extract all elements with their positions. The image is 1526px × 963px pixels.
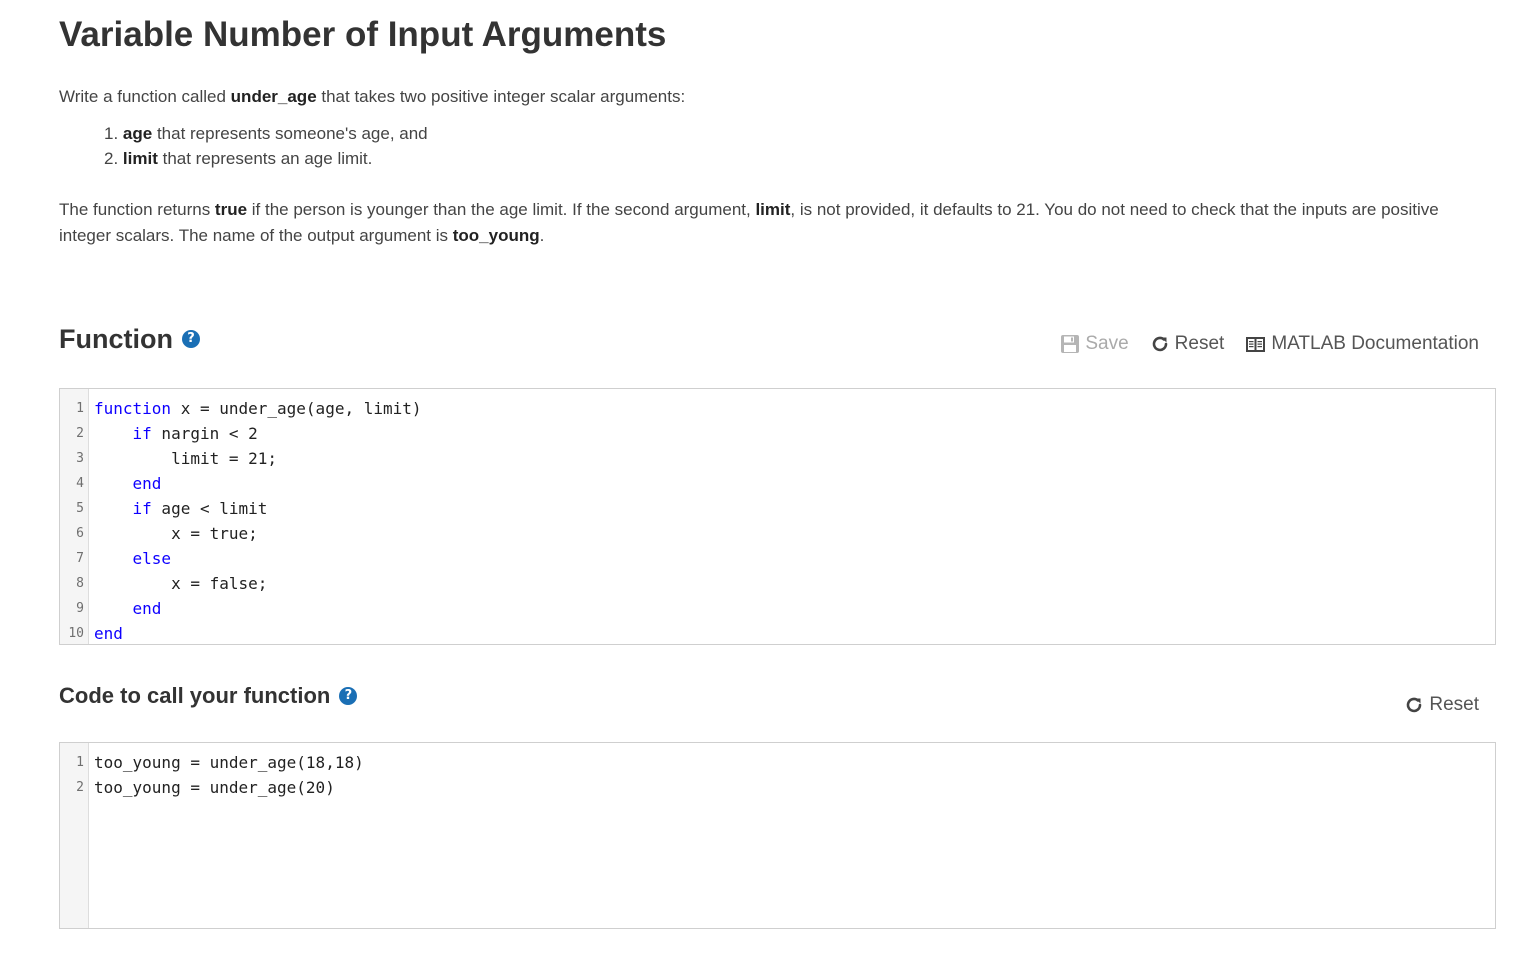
- line-number: 7: [76, 551, 84, 566]
- line-number: 1: [76, 401, 84, 416]
- code-line: 6 x = true;: [60, 521, 1495, 546]
- question-circle-icon[interactable]: ?: [339, 687, 358, 705]
- list-number: 2.: [104, 149, 119, 168]
- docs-label: MATLAB Documentation: [1271, 333, 1479, 354]
- code-rest: limit = 21;: [171, 449, 278, 468]
- code-keyword: end: [132, 599, 162, 618]
- code-line: 10 end: [60, 621, 1495, 644]
- code-keyword: if: [132, 499, 152, 518]
- intro-post: that takes two positive integer scalar a…: [316, 87, 686, 106]
- code-line: 3 limit = 21;: [60, 446, 1495, 471]
- description-text: The function returns true if the person …: [59, 197, 1459, 249]
- code-line: 2 too_young = under_age(20): [60, 775, 1495, 800]
- save-button[interactable]: Save: [1060, 333, 1129, 355]
- code-text: else: [89, 546, 172, 571]
- code-rest: x = true;: [171, 524, 258, 543]
- page-title: Variable Number of Input Arguments: [59, 15, 667, 54]
- code-keyword: function: [94, 399, 172, 418]
- matlab-documentation-link[interactable]: MATLAB Documentation: [1245, 333, 1479, 355]
- call-heading-label: Code to call your function: [59, 683, 331, 708]
- function-heading: Function ?: [59, 322, 200, 356]
- code-line: 7 else: [60, 546, 1495, 571]
- line-number: 10: [68, 626, 84, 641]
- code-line: 9 end: [60, 596, 1495, 621]
- reset-label: Reset: [1174, 333, 1225, 354]
- reset-call-button[interactable]: Reset: [1404, 694, 1479, 716]
- code-text: x = true;: [89, 521, 258, 546]
- code-text: end: [89, 471, 162, 496]
- code-line: 8 x = false;: [60, 571, 1495, 596]
- code-keyword: end: [94, 624, 123, 643]
- code-text: x = false;: [89, 571, 267, 596]
- function-heading-label: Function: [59, 324, 173, 354]
- refresh-icon: [1404, 695, 1424, 715]
- refresh-icon: [1150, 334, 1170, 354]
- reset-label: Reset: [1429, 694, 1479, 715]
- argument-name: age: [122, 124, 153, 143]
- desc-part: .: [539, 226, 545, 245]
- code-keyword: else: [132, 549, 172, 568]
- function-name: under_age: [230, 87, 317, 106]
- line-number: 6: [76, 526, 84, 541]
- code-text: too_young = under_age(20): [94, 778, 335, 797]
- code-rest: x = under_age(age, limit): [171, 399, 422, 418]
- line-number: 2: [76, 426, 84, 441]
- code-text: end: [89, 596, 162, 621]
- function-toolbar: Save Reset MATLAB Documentation: [1039, 333, 1479, 355]
- code-keyword: if: [132, 424, 152, 443]
- code-line: 1 too_young = under_age(18,18): [60, 750, 1495, 775]
- desc-bold: limit: [755, 200, 791, 219]
- desc-part: The function returns: [59, 200, 215, 219]
- line-number: 2: [76, 780, 84, 795]
- desc-bold: true: [214, 200, 248, 219]
- call-code-editor[interactable]: 1 too_young = under_age(18,18) 2 too_young …: [59, 742, 1496, 929]
- code-text: limit = 21;: [89, 446, 277, 471]
- line-number: 3: [76, 451, 84, 466]
- line-number: 5: [76, 501, 84, 516]
- code-lines: 1 function x = under_age(age, limit) 2 if …: [60, 396, 1495, 644]
- argument-name: limit: [122, 149, 158, 168]
- reset-button[interactable]: Reset: [1150, 333, 1225, 355]
- code-lines: 1 too_young = under_age(18,18) 2 too_young …: [60, 750, 1495, 800]
- code-rest: nargin < 2: [151, 424, 258, 443]
- intro-text: Write a function called under_age that t…: [59, 84, 685, 110]
- code-keyword: end: [132, 474, 162, 493]
- save-label: Save: [1085, 333, 1129, 354]
- line-number: 8: [76, 576, 84, 591]
- argument-desc: that represents someone's age, and: [152, 124, 428, 143]
- line-number: 4: [76, 476, 84, 491]
- function-code-editor[interactable]: 1 function x = under_age(age, limit) 2 if …: [59, 388, 1496, 645]
- code-line: 4 end: [60, 471, 1495, 496]
- code-line: 1 function x = under_age(age, limit): [60, 396, 1495, 421]
- code-text: end: [89, 621, 123, 644]
- book-icon: [1245, 335, 1266, 353]
- argument-desc: that represents an age limit.: [157, 149, 373, 168]
- code-line: 2 if nargin < 2: [60, 421, 1495, 446]
- call-toolbar: Reset: [1383, 694, 1479, 716]
- intro-pre: Write a function called: [59, 87, 231, 106]
- code-text: if age < limit: [89, 496, 268, 521]
- code-text: too_young = under_age(18,18): [94, 753, 364, 772]
- code-rest: age < limit: [151, 499, 268, 518]
- desc-part: if the person is younger than the age li…: [247, 200, 756, 219]
- problem-page: Variable Number of Input Arguments Write…: [0, 0, 1526, 963]
- code-rest: x = false;: [171, 574, 268, 593]
- line-number: 9: [76, 601, 84, 616]
- list-number: 1.: [104, 124, 119, 143]
- code-line: 5 if age < limit: [60, 496, 1495, 521]
- argument-list: 1. age that represents someone's age, an…: [104, 121, 428, 171]
- floppy-disk-icon: [1060, 334, 1080, 354]
- line-number: 1: [76, 755, 84, 770]
- argument-item: 2. limit that represents an age limit.: [104, 146, 428, 171]
- code-text: function x = under_age(age, limit): [89, 396, 422, 421]
- call-code-heading: Code to call your function ?: [59, 681, 358, 711]
- desc-bold: too_young: [452, 226, 540, 245]
- question-circle-icon[interactable]: ?: [181, 330, 200, 348]
- argument-item: 1. age that represents someone's age, an…: [104, 121, 428, 146]
- code-text: if nargin < 2: [89, 421, 258, 446]
